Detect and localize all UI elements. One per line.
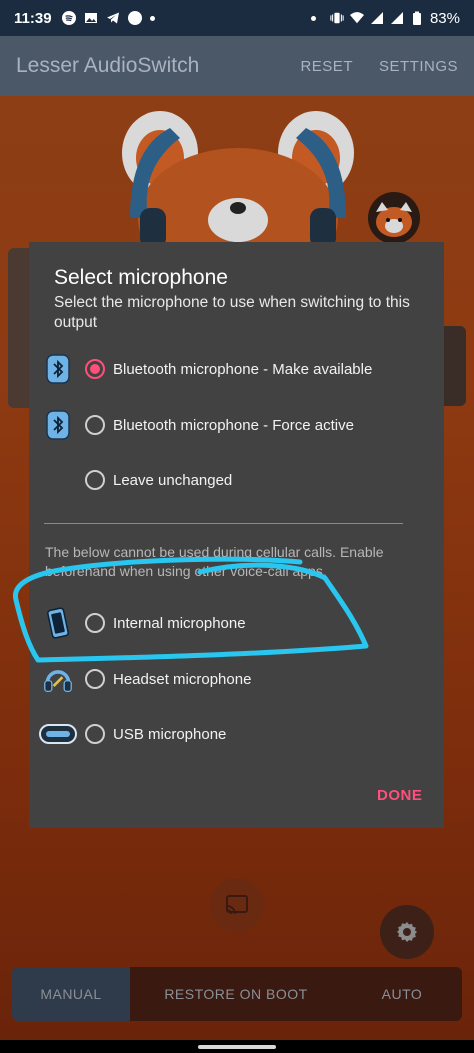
tab-label: AUTO — [381, 986, 423, 1002]
radio-button[interactable] — [85, 470, 105, 490]
option-label: USB microphone — [113, 725, 227, 743]
option-label: Bluetooth microphone - Make available — [113, 360, 373, 378]
red-panda-illustration — [122, 111, 354, 248]
bluetooth-icon — [43, 409, 73, 441]
status-time: 11:39 — [14, 9, 52, 27]
headset-icon — [43, 663, 73, 695]
vibrate-icon — [330, 12, 344, 24]
settings-fab[interactable] — [380, 905, 434, 959]
option-label: Internal microphone — [113, 614, 246, 632]
red-panda-small-icon — [368, 192, 420, 244]
dot-icon — [149, 15, 155, 21]
usb-c-icon — [39, 718, 77, 750]
status-notification-icons — [61, 11, 155, 25]
wifi-icon — [349, 12, 364, 24]
dot-icon — [310, 15, 316, 21]
option-label: Headset microphone — [113, 670, 252, 688]
battery-icon — [412, 11, 421, 25]
status-bar: 11:39 83% — [0, 0, 474, 36]
battery-level: 83% — [429, 9, 460, 27]
dialog-title: Select microphone — [54, 266, 228, 289]
gear-icon — [397, 922, 417, 942]
divider — [44, 523, 403, 524]
tab-label: MANUAL — [40, 986, 102, 1002]
tab-manual[interactable]: MANUAL — [12, 967, 130, 1021]
option-label: Bluetooth microphone - Force active — [113, 416, 354, 434]
option-bluetooth-make-available[interactable]: Bluetooth microphone - Make available — [29, 349, 444, 389]
radio-button[interactable] — [85, 613, 105, 633]
dialog-subtitle: Select the microphone to use when switch… — [54, 294, 410, 331]
settings-button[interactable]: SETTINGS — [379, 58, 458, 75]
bottom-tab-bar: MANUAL RESTORE ON BOOT AUTO — [12, 967, 462, 1021]
tab-restore-on-boot[interactable]: RESTORE ON BOOT — [130, 967, 342, 1021]
bluetooth-icon — [43, 353, 73, 385]
signal-icon — [390, 12, 403, 24]
status-system-icons: 83% — [310, 9, 460, 27]
option-bluetooth-force-active[interactable]: Bluetooth microphone - Force active — [29, 405, 444, 445]
telegram-icon — [106, 12, 119, 24]
option-leave-unchanged[interactable]: Leave unchanged — [29, 460, 444, 500]
done-button[interactable]: DONE — [377, 787, 422, 804]
reset-button[interactable]: RESET — [300, 58, 353, 75]
cellular-call-note: The below cannot be used during cellular… — [45, 544, 384, 579]
option-headset-microphone[interactable]: Headset microphone — [29, 659, 444, 699]
signal-icon — [370, 12, 383, 24]
cast-button[interactable] — [210, 878, 264, 932]
image-icon — [84, 13, 97, 23]
option-internal-microphone[interactable]: Internal microphone — [29, 603, 444, 643]
tab-label: RESTORE ON BOOT — [164, 986, 308, 1002]
radio-button[interactable] — [85, 724, 105, 744]
radio-button[interactable] — [85, 415, 105, 435]
radio-button[interactable] — [85, 359, 105, 379]
cast-icon — [226, 895, 248, 915]
app-title: Lesser AudioSwitch — [16, 54, 200, 77]
spotify-icon — [61, 11, 76, 25]
app-bar: Lesser AudioSwitch RESET SETTINGS — [0, 36, 474, 96]
tab-auto[interactable]: AUTO — [342, 967, 462, 1021]
option-label: Leave unchanged — [113, 471, 233, 489]
circle-icon — [127, 11, 142, 25]
select-microphone-dialog: Select microphone Select the microphone … — [29, 242, 444, 828]
home-gesture-handle[interactable] — [198, 1045, 276, 1049]
option-usb-microphone[interactable]: USB microphone — [29, 714, 444, 754]
radio-button[interactable] — [85, 669, 105, 689]
phone-icon — [43, 607, 73, 639]
